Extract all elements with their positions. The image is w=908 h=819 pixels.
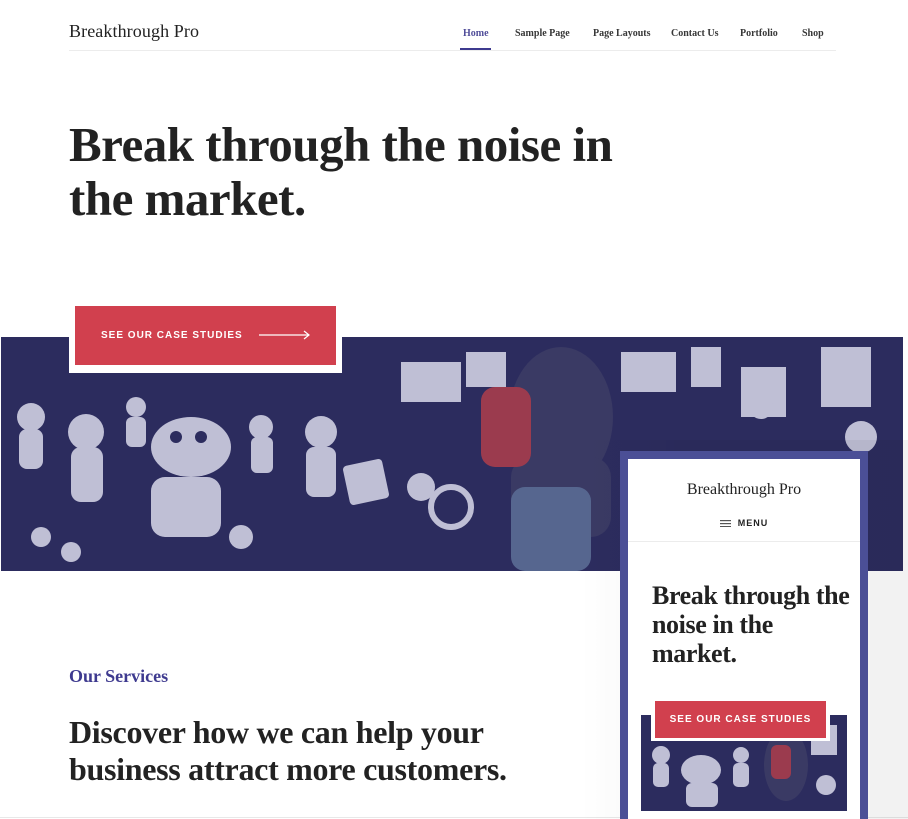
mobile-cta-frame: SEE OUR CASE STUDIES	[651, 697, 830, 741]
nav-contact-us[interactable]: Contact Us	[671, 28, 719, 39]
case-studies-button-label: SEE OUR CASE STUDIES	[101, 330, 243, 341]
hamburger-menu-icon	[719, 519, 731, 527]
mobile-screen: Breakthrough Pro MENU Break through the …	[628, 459, 860, 819]
case-studies-button[interactable]: SEE OUR CASE STUDIES	[75, 306, 336, 365]
mobile-hero-title: Break through the noise in the market.	[652, 581, 850, 668]
nav-sample-page[interactable]: Sample Page	[515, 28, 570, 39]
hero-title: Break through the noise in the market.	[69, 117, 613, 226]
mobile-case-studies-button[interactable]: SEE OUR CASE STUDIES	[655, 701, 826, 738]
mobile-site-title[interactable]: Breakthrough Pro	[628, 481, 860, 499]
header-divider	[69, 50, 836, 51]
mobile-menu-label: MENU	[737, 518, 769, 528]
nav-portfolio[interactable]: Portfolio	[740, 28, 778, 39]
arrow-right-icon	[259, 330, 310, 340]
nav-shop[interactable]: Shop	[802, 28, 824, 39]
services-label: Our Services	[69, 666, 169, 686]
nav-page-layouts[interactable]: Page Layouts	[593, 28, 651, 39]
cta-frame: SEE OUR CASE STUDIES	[69, 299, 342, 373]
mobile-device-frame: Breakthrough Pro MENU Break through the …	[620, 451, 868, 819]
nav-home[interactable]: Home	[463, 28, 489, 39]
mobile-menu-toggle[interactable]: MENU	[628, 518, 860, 528]
site-title[interactable]: Breakthrough Pro	[69, 21, 199, 42]
mobile-header-divider	[628, 541, 860, 542]
services-heading: Discover how we can help your business a…	[69, 714, 507, 787]
